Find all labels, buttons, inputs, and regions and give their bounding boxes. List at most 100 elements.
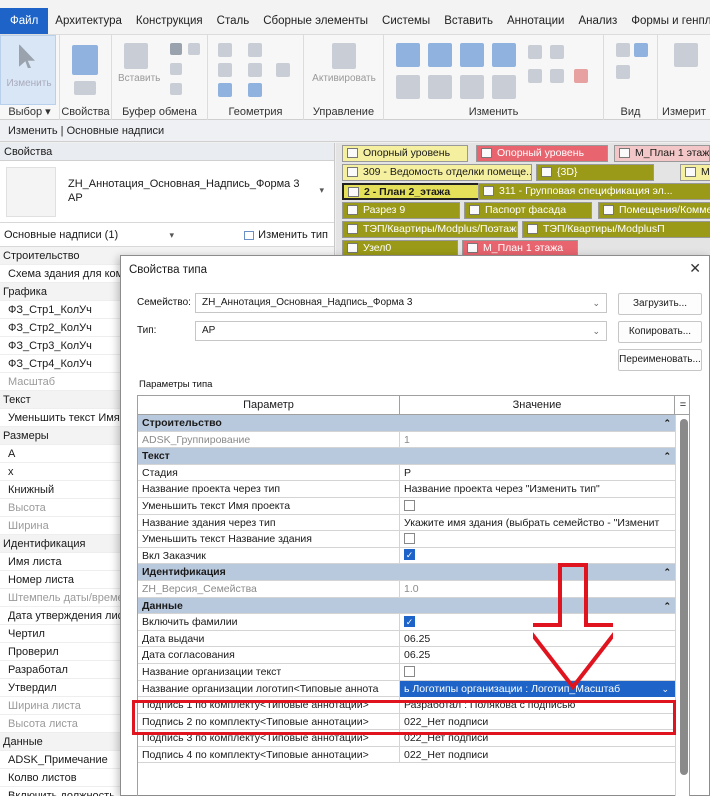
rotate-icon[interactable] [460,75,484,99]
parameter-value[interactable]: 1 [400,432,675,449]
parameter-row[interactable]: Вкл Заказчик ✓ [138,547,675,565]
ribbon-tab[interactable]: Архитектура [48,8,129,34]
view-tab[interactable]: Помещения/Коммер [598,202,710,219]
type-properties-icon[interactable] [74,81,96,95]
copy-element-icon[interactable] [428,75,452,99]
view-tab[interactable]: ТЭП/Квартиры/ModplusП [522,221,710,238]
align-icon[interactable] [396,43,420,67]
measure-icon[interactable] [674,43,698,67]
chevron-down-icon[interactable]: ▾ [319,185,324,196]
parameter-value[interactable]: ✓ [400,548,675,565]
collapse-icon[interactable]: ⌃ [663,415,671,431]
grid-scrollbar-thumb[interactable] [680,419,688,775]
parameter-value[interactable]: Р [400,465,675,482]
parameter-row[interactable]: Название проекта через тип Название проек… [138,481,675,498]
trim-icon[interactable] [492,75,516,99]
parameter-value[interactable]: Укажите имя здания (выбрать семейство - … [400,515,675,532]
ribbon-tab[interactable]: Сборные элементы [256,8,375,34]
pin-icon[interactable] [550,45,564,59]
checkbox-icon[interactable] [404,665,415,677]
ribbon-tab[interactable]: Формы и генпл [624,8,710,34]
parameter-value[interactable] [400,531,675,548]
load-button[interactable]: Загрузить... [618,293,702,315]
mirror-axis-icon[interactable] [460,43,484,67]
parameter-value[interactable]: 022_Нет подписи [400,747,675,764]
clipboard-extra-icon[interactable] [188,43,200,55]
checkbox-icon[interactable] [404,499,415,511]
view-tab[interactable]: Опорный уровень [342,145,468,162]
checkbox-icon[interactable] [404,532,415,544]
array-icon[interactable] [528,69,542,83]
ribbon-tab[interactable]: Сталь [210,8,257,34]
view-tab[interactable]: 309 - Ведомость отделки помеще... [342,164,532,181]
type-select[interactable]: АР ⌄ [195,321,607,341]
instance-filter[interactable]: Основные надписи (1) ▾ Изменить тип [0,223,334,247]
family-select[interactable]: ZH_Аннотация_Основная_Надпись_Форма 3 ⌄ [195,293,607,313]
column-header-value[interactable]: Значение [400,396,675,415]
view-tab[interactable]: {3D} [536,164,654,181]
rename-button[interactable]: Переименовать... [618,349,702,371]
collapse-icon[interactable]: ⌃ [663,448,671,464]
ribbon-tab[interactable]: Анализ [571,8,624,34]
paste-icon[interactable] [124,43,148,69]
cope-icon[interactable] [218,43,232,57]
view-tab[interactable]: Опорный уровень [476,145,608,162]
parameter-row[interactable]: Уменьшить текст Имя проекта [138,497,675,515]
split-icon[interactable] [528,45,542,59]
collapse-icon[interactable]: ⌃ [663,564,671,580]
view-override-icon[interactable] [616,43,630,57]
cut-icon[interactable] [170,43,182,55]
parameter-row[interactable]: Стадия Р [138,464,675,482]
tab-file[interactable]: Файл [0,8,49,34]
activate-icon[interactable] [332,43,356,69]
parameter-row[interactable]: ADSK_Группирование 1 [138,431,675,449]
view-tab[interactable]: 311 - Групповая спецификация эл... [478,183,710,200]
paint-icon[interactable] [248,83,262,97]
wall-joins-icon[interactable] [248,43,262,57]
scale-icon[interactable] [550,69,564,83]
copy-button[interactable]: Копировать... [618,321,702,343]
parameter-category-row[interactable]: Текст ⌃ [138,448,675,465]
copy-icon[interactable] [170,63,182,75]
ribbon-tab[interactable]: Аннотации [500,8,571,34]
parameter-row[interactable]: Название здания через тип Укажите имя зда… [138,514,675,532]
view-hide-icon[interactable] [634,43,648,57]
view-tab[interactable]: М [680,164,710,181]
ribbon-tab[interactable]: Системы [375,8,437,34]
view-graphics-icon[interactable] [616,65,630,79]
checkbox-icon[interactable]: ✓ [404,615,415,627]
type-selector[interactable]: ZH_Аннотация_Основная_Надпись_Форма 3 АР… [0,161,334,223]
filter-chevron-icon[interactable]: ▾ [169,223,174,247]
select-modify-button[interactable]: Изменить [0,35,56,105]
ribbon-tab[interactable]: Конструкция [129,8,210,34]
properties-icon[interactable] [72,45,98,75]
parameter-row[interactable]: Подпись 4 по комплекту<Типовые аннотации… [138,746,675,764]
ribbon-group-label-select[interactable]: Выбор ▾ [0,105,59,118]
parameter-row[interactable]: Уменьшить текст Название здания [138,531,675,548]
join-icon[interactable] [218,83,232,97]
view-tab[interactable]: 2 - План 2_этажа [342,183,480,200]
column-header-sort[interactable]: = [675,396,689,415]
delete-icon[interactable] [574,69,588,83]
view-tab[interactable]: Паспорт фасада [464,202,592,219]
view-tab[interactable]: М_План 1 этаж [614,145,710,162]
view-tab[interactable]: Разрез 9 [342,202,460,219]
collapse-icon[interactable]: ⌃ [663,598,671,614]
demolish-icon[interactable] [276,63,290,77]
parameter-category-row[interactable]: Строительство ⌃ [138,415,675,432]
close-icon[interactable]: ✕ [689,260,701,277]
chevron-down-icon[interactable]: ⌄ [661,681,669,697]
grid-scrollbar[interactable] [675,415,689,796]
checkbox-icon[interactable]: ✓ [404,549,415,561]
mirror-draw-icon[interactable] [492,43,516,67]
cut-geometry-icon[interactable] [218,63,232,77]
move-icon[interactable] [396,75,420,99]
column-header-parameter[interactable]: Параметр [138,396,400,415]
offset-icon[interactable] [428,43,452,67]
view-tab[interactable]: ТЭП/Квартиры/Modplus/Поэтажно [342,221,518,238]
split-face-icon[interactable] [248,63,262,77]
match-properties-icon[interactable] [170,83,182,95]
parameter-value[interactable] [400,498,675,515]
ribbon-tab[interactable]: Вставить [437,8,500,34]
edit-type-button[interactable]: Изменить тип [244,223,328,247]
